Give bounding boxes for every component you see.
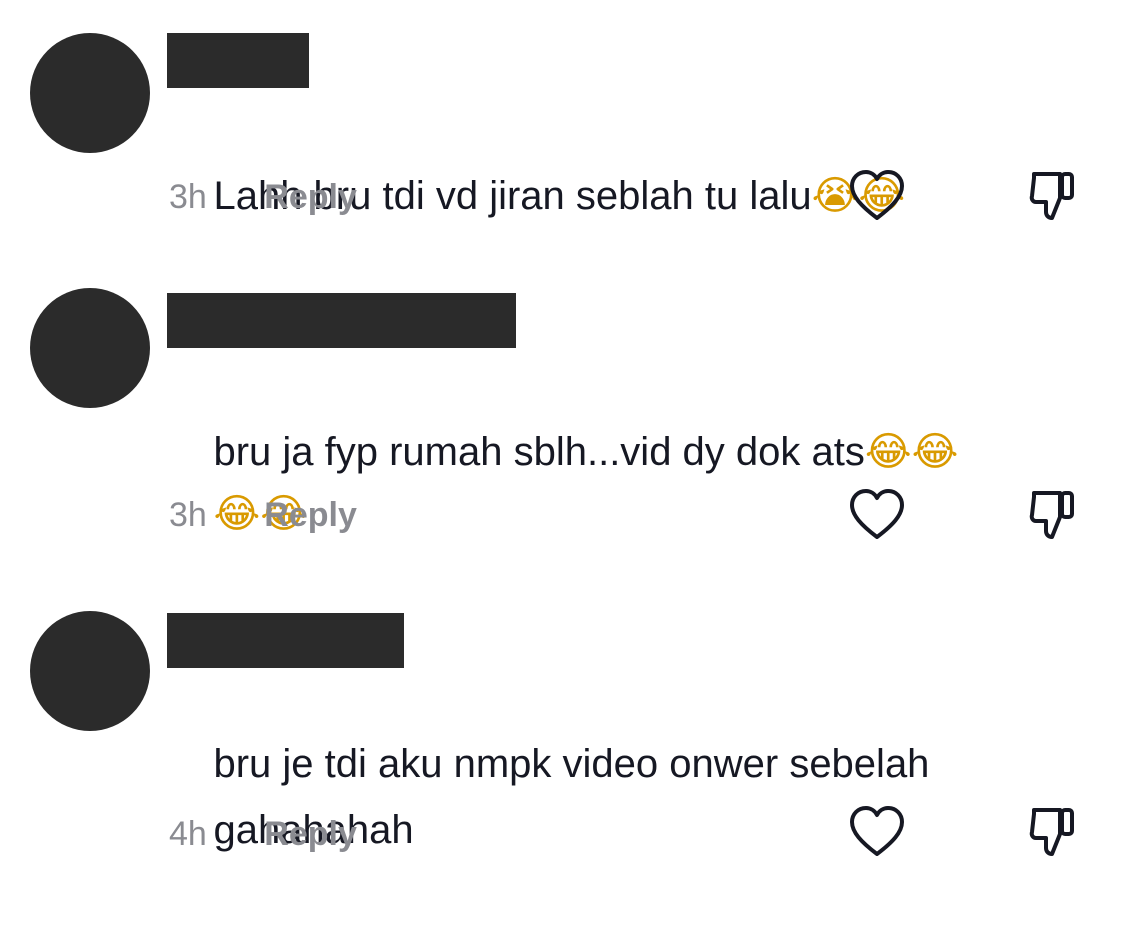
reply-button[interactable]: Reply: [264, 815, 357, 853]
avatar[interactable]: [30, 288, 150, 408]
heart-outline-icon: [850, 806, 904, 856]
reply-button[interactable]: Reply: [264, 496, 357, 534]
thumbs-down-outline-icon: [1029, 172, 1074, 220]
dislike-button[interactable]: [1022, 804, 1082, 860]
heart-outline-icon: [850, 170, 904, 220]
comment-timestamp: 4h: [169, 815, 207, 853]
comment-meta: 3h Reply: [169, 495, 357, 535]
comment-meta: 4h Reply: [169, 814, 357, 854]
reply-button[interactable]: Reply: [264, 178, 357, 216]
like-button[interactable]: [847, 804, 907, 860]
avatar[interactable]: [30, 611, 150, 731]
username-redacted[interactable]: [167, 33, 309, 88]
comment-timestamp: 3h: [169, 496, 207, 534]
dislike-button[interactable]: [1022, 487, 1082, 543]
avatar[interactable]: [30, 33, 150, 153]
dislike-button[interactable]: [1022, 168, 1082, 224]
comment-timestamp: 3h: [169, 178, 207, 216]
username-redacted[interactable]: [167, 613, 404, 668]
username-redacted[interactable]: [167, 293, 516, 348]
heart-outline-icon: [850, 489, 904, 539]
like-button[interactable]: [847, 168, 907, 224]
thumbs-down-outline-icon: [1029, 491, 1074, 539]
thumbs-down-outline-icon: [1029, 808, 1074, 856]
like-button[interactable]: [847, 487, 907, 543]
comment-meta: 3h Reply: [169, 177, 357, 217]
